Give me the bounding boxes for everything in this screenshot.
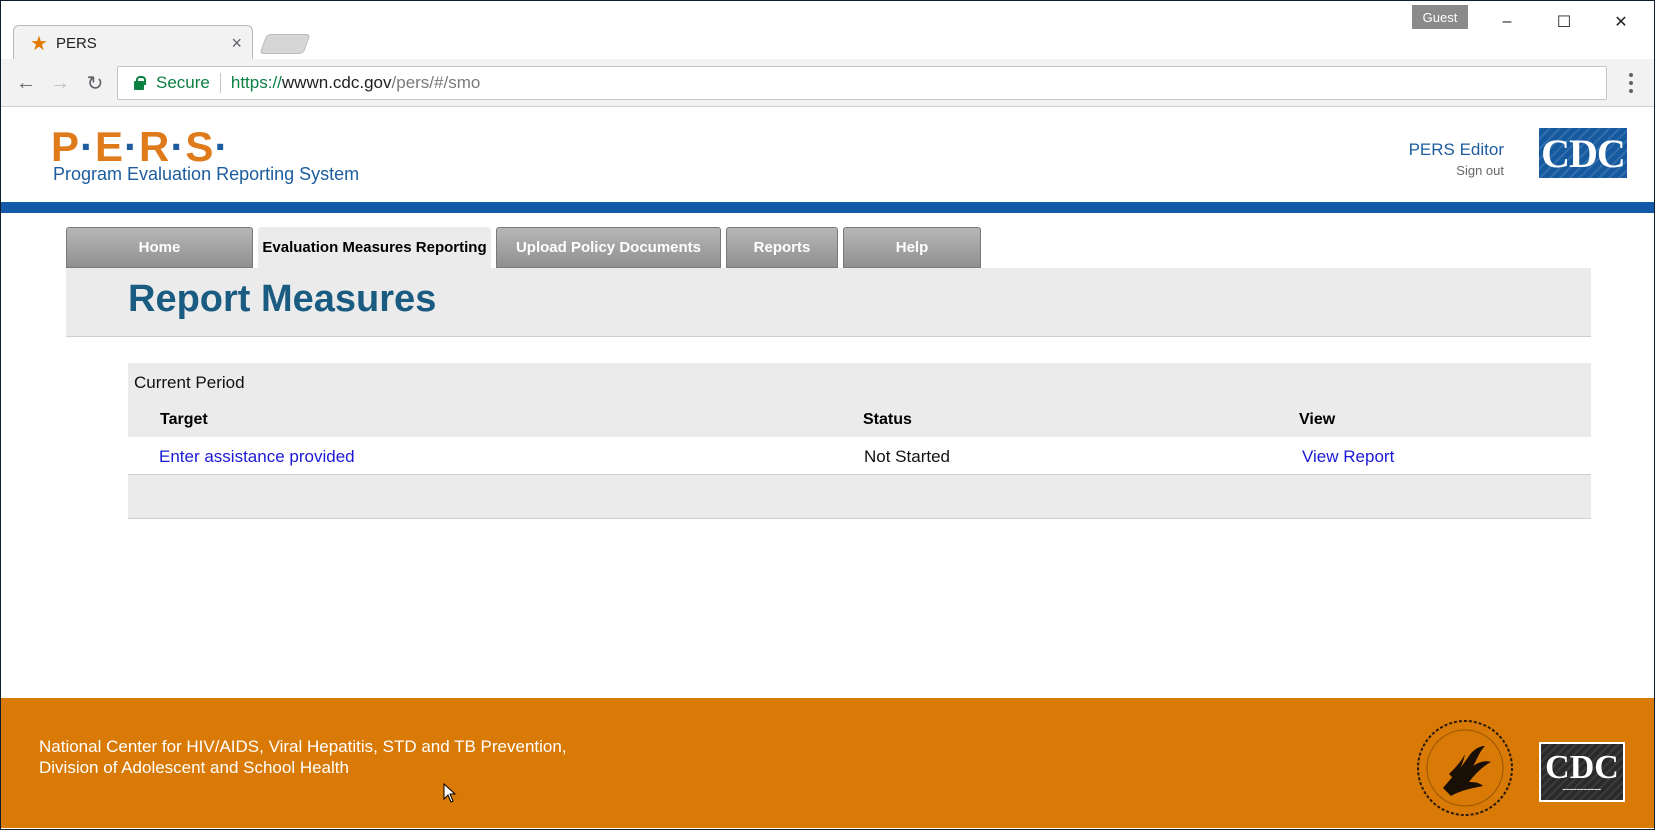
tab-reports[interactable]: Reports [726,227,838,268]
current-period-panel: Current Period Target Status View Enter … [128,363,1591,519]
period-label: Current Period [134,373,245,392]
address-bar[interactable]: Secure https:// wwwn.cdc.gov /pers/#/smo [117,66,1607,100]
mouse-cursor-icon [443,783,457,803]
tab-upload-policy-documents[interactable]: Upload Policy Documents [496,227,721,268]
url-scheme: https:// [230,73,282,92]
secure-label: Secure [156,73,210,92]
maximize-icon[interactable]: ☐ [1535,7,1593,37]
cdc-logo[interactable]: CDC [1539,128,1627,178]
cdc-footer-logo-text: CDC [1545,749,1619,786]
site-footer: National Center for HIV/AIDS, Viral Hepa… [1,698,1654,828]
table-row: Enter assistance provided Not Started Vi… [128,437,1591,475]
title-panel: Report Measures [66,268,1591,337]
signout-link[interactable]: Sign out [1456,163,1504,178]
minimize-icon[interactable]: – [1478,7,1536,37]
header-divider-bar [1,202,1654,213]
logo-subtitle: Program Evaluation Reporting System [53,164,360,184]
footer-line-1: National Center for HIV/AIDS, Viral Hepa… [39,737,567,756]
tab-help[interactable]: Help [843,227,981,268]
back-arrow-icon[interactable]: ← [12,69,40,97]
tab-home[interactable]: Home [66,227,253,268]
footer-text: National Center for HIV/AIDS, Viral Hepa… [39,736,567,778]
footer-line-2: Division of Adolescent and School Health [39,758,349,777]
browser-menu-icon[interactable] [1621,71,1641,95]
user-name: PERS Editor [1408,140,1504,159]
close-window-icon[interactable]: ✕ [1592,7,1650,37]
new-tab-button[interactable] [259,34,311,54]
star-favicon-icon: ★ [30,32,48,55]
browser-titlebar: ★ PERS × Guest – ☐ ✕ [1,1,1654,61]
logo-letter-e: E [95,123,125,170]
profile-badge[interactable]: Guest [1412,5,1468,29]
url-path: /pers/#/smo [391,73,481,92]
cdc-footer-logo[interactable]: CDC ━━━━━━━━━━━ [1539,742,1625,802]
logo-letter-s: S [185,123,215,170]
column-header-status: Status [863,411,912,428]
column-header-view: View [1299,411,1336,428]
omnibox-divider [219,73,221,93]
logo-letter-p: P [51,123,81,170]
tab-title: PERS [55,35,97,52]
target-link[interactable]: Enter assistance provided [159,447,355,467]
tab-evaluation-measures-reporting[interactable]: Evaluation Measures Reporting [258,227,491,268]
browser-toolbar: ← → ↻ Secure https:// wwwn.cdc.gov /pers… [1,59,1654,107]
tab-close-icon[interactable]: × [231,33,242,54]
column-header-target: Target [160,411,208,428]
url-host: wwwn.cdc.gov [281,73,392,92]
page-title: Report Measures [128,278,437,320]
reload-icon[interactable]: ↻ [81,69,109,97]
hhs-seal-icon[interactable] [1413,716,1517,820]
browser-tab[interactable]: ★ PERS × [13,25,253,61]
site-header: P·E·R·S· Program Evaluation Reporting Sy… [1,108,1654,202]
table-bottom-border [128,518,1591,519]
forward-arrow-icon[interactable]: → [46,69,74,97]
status-cell: Not Started [864,447,950,466]
logo-letter-r: R [139,123,171,170]
lock-icon [132,76,146,90]
view-report-link[interactable]: View Report [1302,447,1394,467]
